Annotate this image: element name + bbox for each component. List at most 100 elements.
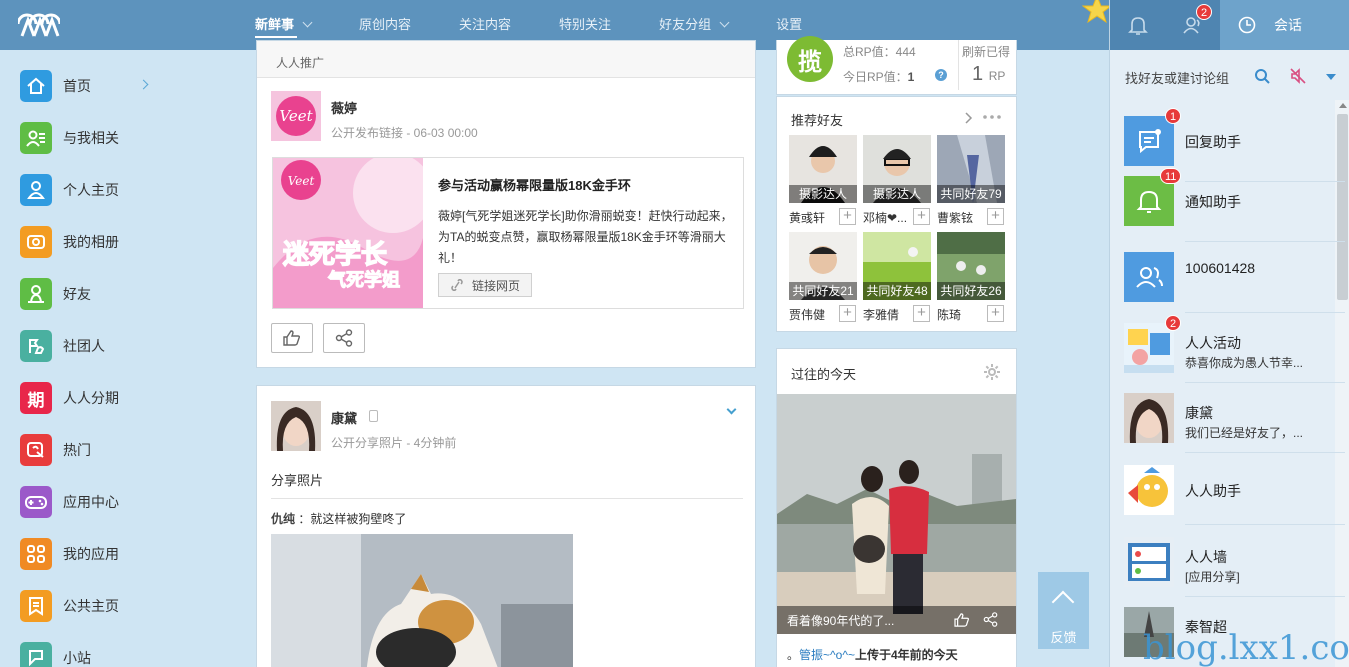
avatar xyxy=(1124,323,1174,373)
divider xyxy=(1185,524,1345,525)
hot-icon xyxy=(20,434,52,466)
chat-item-renren-wall[interactable]: 人人墙 [应用分享] xyxy=(1124,537,1304,597)
shared-link-card[interactable]: Veet 迷死学长 气死学姐 参与活动赢杨幂限量版18K金手环 薇婷[气死学姐迷… xyxy=(272,157,744,309)
help-icon[interactable]: ? xyxy=(935,69,947,81)
friend-suggestion[interactable]: 共同好友48 李雅倩 + xyxy=(863,232,931,322)
add-friend-button[interactable]: + xyxy=(913,208,930,225)
memory-photo[interactable]: 看着像90年代的了... xyxy=(777,394,1016,634)
chat-name: 100601428 xyxy=(1185,260,1256,276)
bell-icon xyxy=(1127,17,1148,35)
friend-suggestion[interactable]: 共同好友26 陈琦 + xyxy=(937,232,1005,322)
sidebar-item-my-apps[interactable]: 我的应用 xyxy=(20,538,155,570)
sidebar-item-label: 首页 xyxy=(63,78,91,94)
chat-item-reply-assistant[interactable]: 1 回复助手 xyxy=(1124,108,1304,176)
friend-photo[interactable]: 摄影达人 xyxy=(863,135,931,203)
rp-badge[interactable]: 揽 xyxy=(787,36,833,82)
more-icon[interactable] xyxy=(983,115,1001,119)
friend-search[interactable]: 找好友或建讨论组 xyxy=(1125,68,1229,87)
scrollbar-thumb[interactable] xyxy=(1337,114,1348,300)
friend-photo[interactable]: 共同好友26 xyxy=(937,232,1005,300)
chevron-right-icon[interactable] xyxy=(965,112,973,124)
friend-name[interactable]: 贾伟健 xyxy=(789,306,839,323)
chat-item-renren-activity[interactable]: 2 人人活动 恭喜你成为愚人节幸... xyxy=(1124,315,1304,383)
sidebar-item-public-pages[interactable]: 公共主页 xyxy=(20,590,155,622)
avatar[interactable] xyxy=(271,401,321,451)
chat-name: 人人活动 xyxy=(1185,335,1241,351)
star-decoration-icon xyxy=(1082,0,1112,24)
apps-grid-icon xyxy=(20,538,52,570)
sidebar-item-app-center[interactable]: 应用中心 xyxy=(20,486,155,518)
add-friend-button[interactable]: + xyxy=(987,305,1004,322)
friend-suggestion[interactable]: 摄影达人 邓楠❤... + xyxy=(863,135,931,225)
card-title: 推荐好友 xyxy=(791,113,844,128)
sidebar-item-profile[interactable]: 个人主页 xyxy=(20,174,155,206)
add-friend-button[interactable]: + xyxy=(913,305,930,322)
share-icon[interactable] xyxy=(983,612,998,627)
sidebar-item-station[interactable]: 小站 xyxy=(20,642,155,667)
sidebar-item-home[interactable]: 首页 xyxy=(20,70,155,102)
friend-photo[interactable]: 共同好友21 xyxy=(789,232,857,300)
open-link-button[interactable]: 链接网页 xyxy=(438,273,532,297)
friend-name[interactable]: 邓楠❤... xyxy=(863,209,913,226)
post-text: 分享照片 xyxy=(271,473,324,488)
memory-author[interactable]: 管振~^o^~ xyxy=(799,648,855,662)
mute-icon[interactable] xyxy=(1289,67,1307,85)
sidebar-item-related[interactable]: 与我相关 xyxy=(20,122,155,154)
sidebar-item-label: 热门 xyxy=(63,442,91,458)
conversations-tab[interactable]: 会话 xyxy=(1220,0,1349,50)
notifications-tab[interactable] xyxy=(1110,0,1165,50)
friend-name[interactable]: 黄彧轩 xyxy=(789,209,839,226)
chat-item-kangdai[interactable]: 康黛 我们已经是好友了，... xyxy=(1124,393,1304,453)
sidebar-item-clubs[interactable]: 社团人 xyxy=(20,330,155,362)
chat-name: 人人墙 xyxy=(1185,549,1227,565)
chat-item-group[interactable]: 100601428 xyxy=(1124,252,1304,312)
poster-name[interactable]: 康黛 xyxy=(331,408,357,427)
sidebar-item-label: 人人分期 xyxy=(63,390,119,406)
link-title[interactable]: 参与活动赢杨幂限量版18K金手环 xyxy=(438,175,631,194)
friend-photo[interactable]: 摄影达人 xyxy=(789,135,857,203)
user-icon xyxy=(20,174,52,206)
add-friend-button[interactable]: + xyxy=(987,208,1004,225)
friend-name[interactable]: 曹紫铉 xyxy=(937,209,987,226)
scroll-up-icon[interactable] xyxy=(1339,103,1347,108)
link-thumbnail: Veet 迷死学长 气死学姐 xyxy=(273,158,423,308)
svg-text:迷死学长: 迷死学长 xyxy=(283,239,388,269)
chat-name: 人人助手 xyxy=(1185,483,1241,499)
arrow-up-icon xyxy=(1051,590,1075,614)
friend-suggestion[interactable]: 共同好友79 曹紫铉 + xyxy=(937,135,1005,225)
friend-photo[interactable]: 共同好友48 xyxy=(863,232,931,300)
share-button[interactable] xyxy=(323,323,365,353)
friend-photo[interactable]: 共同好友79 xyxy=(937,135,1005,203)
gamepad-icon xyxy=(20,486,52,518)
friend-name[interactable]: 李雅倩 xyxy=(863,306,913,323)
comment-author[interactable]: 仇纯 xyxy=(271,512,295,526)
friend-suggestion[interactable]: 摄影达人 黄彧轩 + xyxy=(789,135,857,225)
chevron-down-icon[interactable] xyxy=(726,404,737,415)
add-friend-button[interactable]: + xyxy=(839,305,856,322)
gear-icon[interactable] xyxy=(984,364,1000,380)
chat-name: 通知助手 xyxy=(1185,194,1241,210)
sidebar-item-installment[interactable]: 期 人人分期 xyxy=(20,382,155,414)
renren-logo[interactable] xyxy=(18,10,60,38)
avatar xyxy=(1124,465,1174,515)
poster-name[interactable]: 薇婷 xyxy=(331,98,357,117)
friend-requests-tab[interactable]: 2 xyxy=(1165,0,1220,50)
chat-preview: 恭喜你成为愚人节幸... xyxy=(1185,356,1304,370)
add-friend-button[interactable]: + xyxy=(839,208,856,225)
thumbs-up-icon[interactable] xyxy=(954,613,970,627)
refresh-label: 刷新已得 xyxy=(962,45,1011,59)
sidebar-item-albums[interactable]: 我的相册 xyxy=(20,226,155,258)
chat-item-renren-assistant[interactable]: 人人助手 xyxy=(1124,465,1304,525)
feedback-button[interactable]: 反馈 xyxy=(1038,572,1089,649)
search-icon[interactable] xyxy=(1254,68,1270,84)
friend-suggestion[interactable]: 共同好友21 贾伟健 + xyxy=(789,232,857,322)
like-button[interactable] xyxy=(271,323,313,353)
friend-name[interactable]: 陈琦 xyxy=(937,306,987,323)
avatar[interactable]: Veet xyxy=(271,91,321,141)
shared-photo[interactable] xyxy=(271,534,573,667)
sidebar-item-hot[interactable]: 热门 xyxy=(20,434,155,466)
chat-item-notify-assistant[interactable]: 11 通知助手 xyxy=(1124,168,1304,236)
sidebar-item-label: 应用中心 xyxy=(63,494,119,510)
caret-down-icon[interactable] xyxy=(1326,74,1336,80)
sidebar-item-friends[interactable]: 好友 xyxy=(20,278,155,310)
